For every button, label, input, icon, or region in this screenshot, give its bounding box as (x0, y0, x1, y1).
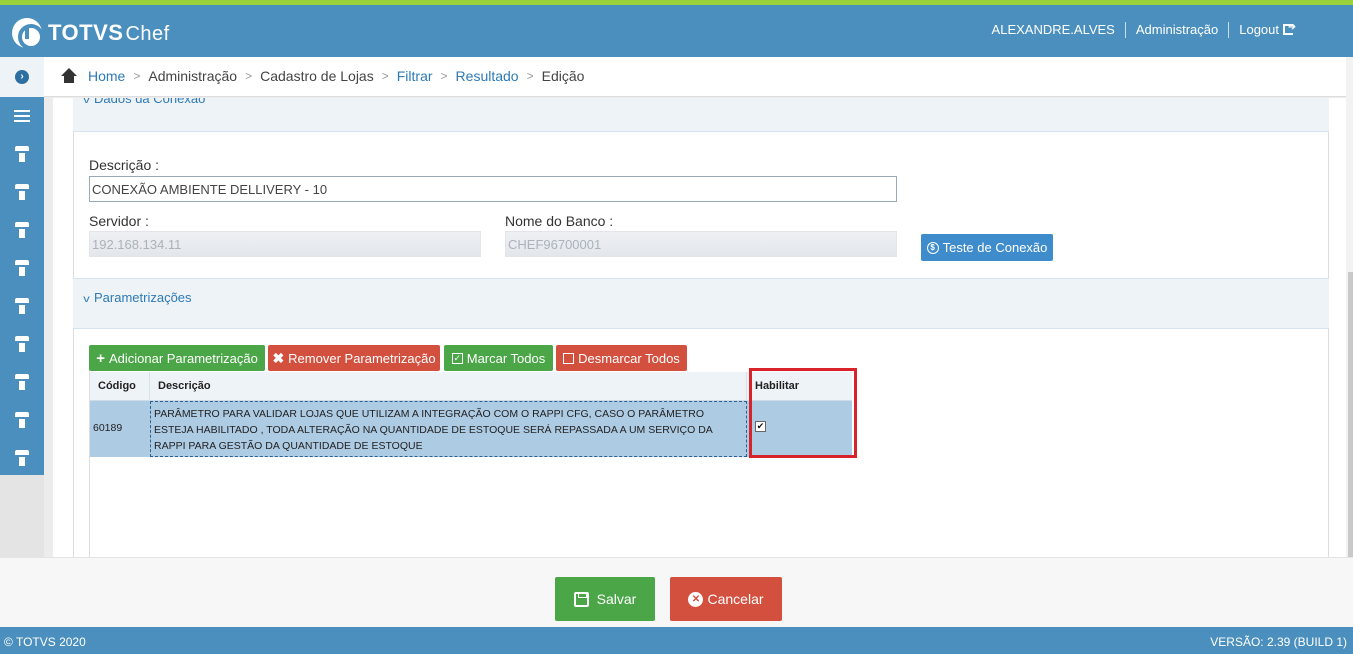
chevron-right-icon: > (133, 69, 141, 83)
store-icon (15, 450, 29, 466)
chevron-right-icon: › (15, 70, 29, 84)
store-icon (15, 146, 29, 162)
brand-bold: TOTVS (48, 20, 124, 45)
breadcrumb-cadastro-lojas: Cadastro de Lojas (260, 68, 374, 84)
breadcrumb-filtrar[interactable]: Filtrar (397, 68, 433, 84)
column-header-codigo[interactable]: Código (90, 372, 150, 401)
save-label: Salvar (596, 591, 637, 607)
cell-codigo: 60189 (93, 422, 123, 434)
store-icon (15, 412, 29, 428)
table-row[interactable]: 60189 PARÂMETRO PARA VALIDAR LOJAS QUE U… (90, 401, 852, 457)
descricao-label: Descrição : (89, 157, 160, 173)
cancel-label: Cancelar (707, 591, 764, 607)
main-content: v Dados da Conexão Descrição : Servidor :… (53, 98, 1346, 557)
copyright: © TOTVS 2020 (4, 635, 86, 649)
breadcrumb-bar: › Home > Administração > Cadastro de Loj… (0, 57, 1346, 97)
breadcrumb: Home > Administração > Cadastro de Lojas… (60, 68, 584, 84)
version-info: VERSÃO: 2.39 (BUILD 1) (1210, 635, 1347, 649)
page-scrollbar[interactable] (1346, 57, 1353, 602)
sidebar-menu-button[interactable] (0, 97, 44, 135)
store-icon (15, 298, 29, 314)
chevron-right-icon: > (245, 69, 253, 83)
chevron-right-icon: > (526, 69, 534, 83)
sidebar-empty-area (0, 475, 44, 557)
app-footer: © TOTVS 2020 VERSÃO: 2.39 (BUILD 1) (0, 627, 1353, 654)
highlight-box (749, 368, 857, 458)
cell-descricao: PARÂMETRO PARA VALIDAR LOJAS QUE UTILIZA… (150, 401, 747, 457)
breadcrumb-home[interactable]: Home (88, 68, 125, 84)
sidebar-item-7[interactable] (0, 363, 44, 401)
banco-label: Nome do Banco : (505, 213, 614, 229)
dollar-circle-icon: $ (926, 241, 939, 254)
store-icon (15, 222, 29, 238)
sidebar-item-1[interactable] (0, 135, 44, 173)
add-parametrizacao-label: Adicionar Parametrização (108, 350, 258, 366)
close-icon: ✖ (272, 349, 285, 366)
sidebar-item-5[interactable] (0, 287, 44, 325)
unmark-all-label: Desmarcar Todos (578, 350, 680, 366)
checkbox-empty-icon (563, 352, 575, 364)
store-icon (15, 184, 29, 200)
checkbox-checked-icon: ✓ (451, 352, 463, 364)
parametrizacoes-title-text: Parametrizações (94, 290, 192, 305)
section-header-parametrizacoes[interactable]: v Parametrizações (73, 278, 1329, 329)
store-icon (15, 374, 29, 390)
chevron-right-icon: > (440, 69, 448, 83)
column-header-descricao[interactable]: Descrição (150, 372, 747, 401)
chevron-down-icon: v (83, 98, 90, 106)
sidebar-toggle-button[interactable]: › (0, 57, 44, 97)
mark-all-label: Marcar Todos (466, 350, 546, 366)
remove-parametrizacao-button[interactable]: ✖ Remover Parametrização (268, 345, 440, 371)
app-header: TOTVS Chef ALEXANDRE.ALVES Administração … (0, 5, 1353, 57)
breadcrumb-edicao: Edição (541, 68, 585, 84)
sidebar-item-3[interactable] (0, 211, 44, 249)
add-parametrizacao-button[interactable]: + Adicionar Parametrização (89, 345, 265, 371)
test-connection-label: Teste de Conexão (942, 240, 1048, 255)
sidebar-item-8[interactable] (0, 401, 44, 439)
chevron-right-icon: > (381, 69, 389, 83)
home-icon[interactable] (60, 68, 78, 84)
menu-icon (14, 110, 30, 122)
unmark-all-button[interactable]: Desmarcar Todos (556, 345, 687, 371)
logout-icon (1283, 20, 1295, 36)
brand-name: TOTVS Chef (48, 20, 170, 46)
cancel-button[interactable]: ✕ Cancelar (670, 577, 782, 621)
banco-input (505, 231, 897, 257)
section-title-parametrizacoes: v Parametrizações (83, 290, 192, 305)
close-circle-icon: ✕ (688, 591, 704, 607)
sidebar-item-6[interactable] (0, 325, 44, 363)
descricao-input[interactable] (89, 176, 897, 202)
breadcrumb-resultado[interactable]: Resultado (456, 68, 519, 84)
servidor-input (89, 231, 481, 257)
floppy-disk-icon (573, 591, 589, 607)
chevron-down-icon: v (83, 294, 90, 305)
grid-header: Código Descrição Habilitar (90, 372, 852, 401)
save-button[interactable]: Salvar (555, 577, 655, 621)
remove-parametrizacao-label: Remover Parametrização (288, 350, 436, 366)
store-icon (15, 336, 29, 352)
servidor-label: Servidor : (89, 213, 149, 229)
header-user-menu: ALEXANDRE.ALVES Administração Logout (982, 20, 1303, 38)
totvs-logo[interactable]: TOTVS Chef (12, 18, 170, 50)
sidebar (0, 97, 44, 475)
sidebar-item-9[interactable] (0, 439, 44, 477)
conexao-title-text: Dados da Conexão (94, 98, 206, 106)
brand-light: Chef (125, 23, 170, 45)
plus-icon: + (96, 349, 105, 367)
logout-label: Logout (1239, 22, 1279, 37)
user-name[interactable]: ALEXANDRE.ALVES (982, 22, 1125, 38)
section-header-conexao[interactable]: v Dados da Conexão (73, 98, 1329, 132)
breadcrumb-administracao: Administração (148, 68, 238, 84)
scrollbar-thumb[interactable] (1348, 272, 1353, 602)
section-title-conexao: v Dados da Conexão (83, 98, 206, 106)
store-icon (15, 260, 29, 276)
test-connection-button[interactable]: $ Teste de Conexão (921, 234, 1053, 261)
totvs-logo-icon (12, 18, 44, 50)
admin-link[interactable]: Administração (1124, 22, 1228, 38)
sidebar-item-2[interactable] (0, 173, 44, 211)
sidebar-item-4[interactable] (0, 249, 44, 287)
mark-all-button[interactable]: ✓ Marcar Todos (444, 345, 553, 371)
logout-link[interactable]: Logout (1228, 20, 1303, 38)
